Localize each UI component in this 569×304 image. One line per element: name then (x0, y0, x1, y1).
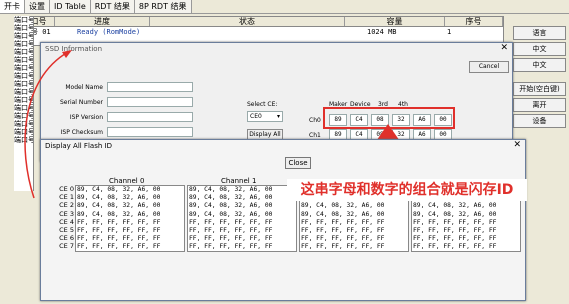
close-icon[interactable]: ✕ (513, 140, 521, 150)
flash-id-row: 89, C4, 08, 32, A6, 00 (413, 202, 497, 210)
ce-label: CE 1 (59, 193, 74, 202)
channel-1-header: Channel 1 (221, 177, 257, 185)
flash-id-row: FF, FF, FF, FF, FF, FF (301, 226, 385, 234)
flash-dialog-title: Display All Flash ID (45, 142, 112, 150)
flash-id-row: 89, C4, 08, 32, A6, 00 (77, 210, 161, 218)
ce-label: CE 5 (59, 225, 74, 234)
flash-id-row: FF, FF, FF, FF, FF, FF (189, 218, 273, 226)
flash-id-row: 89, C4, 08, 32, A6, 00 (301, 210, 385, 218)
ce-label: CE 2 (59, 201, 74, 210)
flash-id-row: FF, FF, FF, FF, FF, FF (413, 243, 497, 251)
flash-id-row: 89, C4, 08, 32, A6, 00 (189, 210, 273, 218)
channel-0-header: Channel 0 (109, 177, 145, 185)
flash-id-row: 89, C4, 08, 32, A6, 00 (189, 186, 273, 193)
flash-id-row: FF, FF, FF, FF, FF, FF (189, 226, 273, 234)
channel-0-box: 89, C4, 08, 32, A6, 00 89, C4, 08, 32, A6… (75, 185, 185, 252)
close-button[interactable]: Close (285, 157, 311, 169)
flash-id-row: 89, C4, 08, 32, A6, 00 (189, 202, 273, 210)
flash-id-row: FF, FF, FF, FF, FF, FF (77, 226, 161, 234)
flash-id-row: FF, FF, FF, FF, FF, FF (413, 218, 497, 226)
ce-label: CE 4 (59, 217, 74, 226)
flash-id-row: 89, C4, 08, 32, A6, 00 (77, 194, 161, 202)
flash-id-row: 89, C4, 08, 32, A6, 00 (189, 194, 273, 202)
ce-label: CE 6 (59, 234, 74, 243)
flash-id-row: FF, FF, FF, FF, FF, FF (189, 235, 273, 243)
flash-id-row: FF, FF, FF, FF, FF, FF (301, 218, 385, 226)
flash-id-row: FF, FF, FF, FF, FF, FF (413, 226, 497, 234)
ce-label: CE 7 (59, 242, 74, 251)
flash-id-row: FF, FF, FF, FF, FF, FF (301, 235, 385, 243)
arrow-head-left (62, 50, 72, 58)
flash-id-dialog: Display All Flash ID ✕ Close Channel 0 C… (40, 139, 526, 301)
flash-id-row: 89, C4, 08, 32, A6, 00 (413, 210, 497, 218)
flash-id-row: FF, FF, FF, FF, FF, FF (301, 243, 385, 251)
ce-labels: CE 0 CE 1 CE 2 CE 3 CE 4 CE 5 CE 6 CE 7 (52, 185, 74, 251)
flash-id-row: FF, FF, FF, FF, FF, FF (77, 218, 161, 226)
ce-label: CE 3 (59, 209, 74, 218)
flash-id-row: FF, FF, FF, FF, FF, FF (413, 235, 497, 243)
flash-id-row: FF, FF, FF, FF, FF, FF (77, 243, 161, 251)
flash-id-row: 89, C4, 08, 32, A6, 00 (77, 186, 161, 193)
annotation-text: 这串字母和数字的组合就是闪存ID (287, 179, 527, 201)
flash-id-row: FF, FF, FF, FF, FF, FF (77, 235, 161, 243)
channel-1-box: 89, C4, 08, 32, A6, 00 89, C4, 08, 32, A6… (187, 185, 297, 252)
flash-id-row: FF, FF, FF, FF, FF, FF (189, 243, 273, 251)
flash-id-row: 89, C4, 08, 32, A6, 00 (77, 202, 161, 210)
ce-label: CE 0 (59, 185, 74, 193)
flash-id-row: 89, C4, 08, 32, A6, 00 (301, 202, 385, 210)
